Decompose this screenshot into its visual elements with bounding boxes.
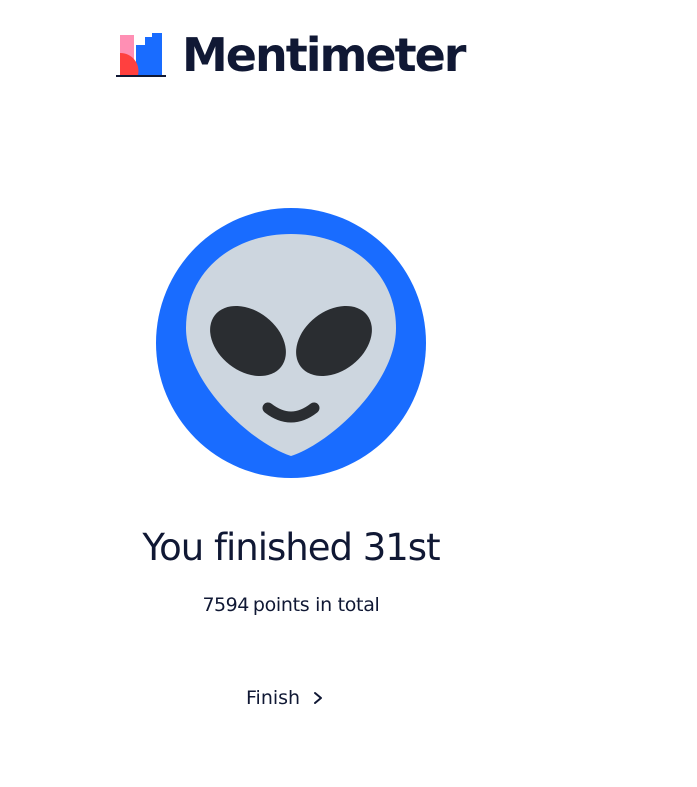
finish-label: Finish bbox=[246, 687, 301, 709]
player-avatar bbox=[156, 208, 426, 478]
points-value: 7594 bbox=[202, 594, 249, 616]
points-summary: 7594 points in total bbox=[0, 594, 582, 616]
quiz-result-page: Mentimeter You finished 31st 7594 points … bbox=[0, 0, 697, 787]
result-title: You finished 31st bbox=[142, 526, 440, 569]
points-label: points in total bbox=[252, 594, 380, 616]
mentimeter-logo-icon bbox=[116, 33, 166, 77]
brand-name: Mentimeter bbox=[182, 28, 466, 82]
chevron-right-icon bbox=[314, 692, 323, 704]
brand-header: Mentimeter bbox=[116, 28, 466, 82]
alien-face-icon bbox=[156, 208, 426, 478]
finish-button[interactable]: Finish bbox=[236, 680, 334, 716]
